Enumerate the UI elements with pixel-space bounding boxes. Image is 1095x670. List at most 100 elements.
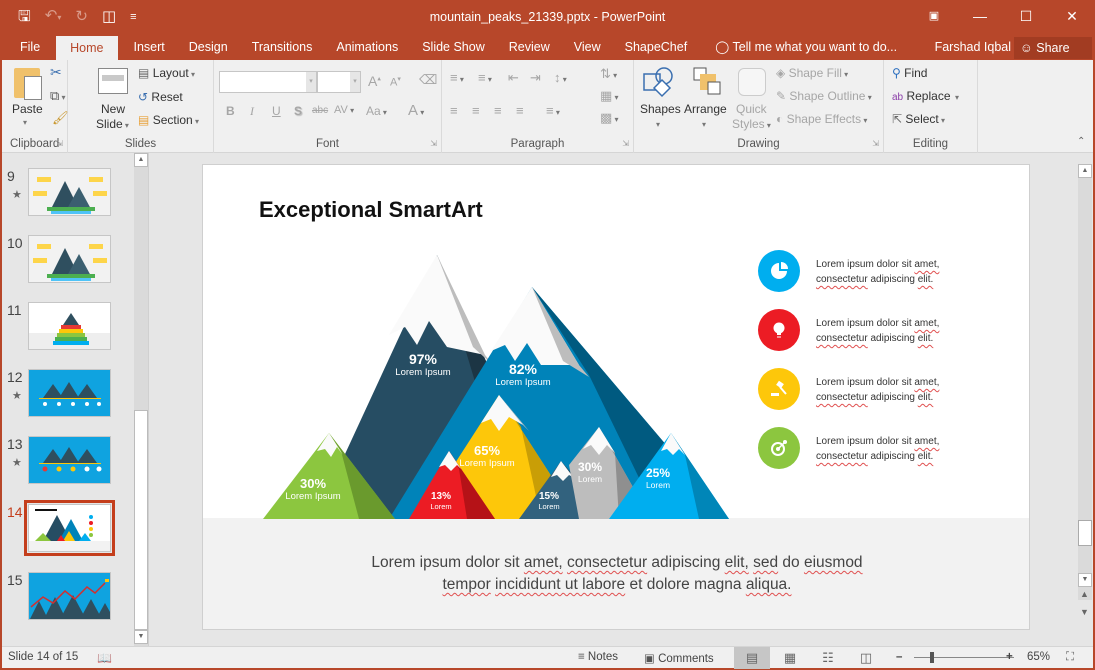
slide-thumbnail[interactable] — [28, 572, 111, 620]
tab-home[interactable]: Home — [56, 36, 118, 60]
spell-check-icon[interactable]: 📖 — [97, 651, 112, 665]
tab-insert[interactable]: Insert — [122, 34, 177, 60]
shapes-icon[interactable] — [642, 66, 674, 98]
zoom-slider-handle[interactable] — [930, 652, 934, 663]
clipboard-launcher-icon[interactable]: ⇲ — [56, 139, 63, 148]
legend-item[interactable]: Lorem ipsum dolor sit amet, consectetur a… — [758, 427, 1008, 469]
slide-title[interactable]: Exceptional SmartArt — [259, 197, 483, 223]
collapse-ribbon-icon[interactable]: ⌃ — [1077, 136, 1085, 147]
legend-item[interactable]: Lorem ipsum dolor sit amet, consectetur a… — [758, 250, 1008, 292]
slide-thumbnail[interactable] — [28, 436, 111, 484]
thumbnail-item[interactable]: 10 — [2, 235, 132, 291]
bullets-icon[interactable]: ≡ ▾ — [450, 70, 464, 85]
font-color-button[interactable]: A ▾ — [408, 102, 424, 119]
columns-icon[interactable]: ≡ ▾ — [546, 103, 560, 118]
paste-button[interactable]: Paste — [12, 102, 43, 116]
replace-button[interactable]: ab Replace ▾ — [892, 89, 959, 103]
zoom-out-button[interactable]: – — [896, 651, 902, 663]
align-center-icon[interactable]: ≡ — [472, 103, 480, 118]
slide-sorter-button[interactable]: ▦ — [772, 647, 808, 669]
comments-button[interactable]: ▣ Comments — [644, 651, 714, 665]
find-button[interactable]: ⚲ Find — [892, 66, 927, 80]
scroll-up-icon[interactable]: ▲ — [134, 153, 148, 167]
tab-design[interactable]: Design — [177, 34, 240, 60]
align-text-icon[interactable]: ▦ ▾ — [600, 88, 619, 104]
previous-slide-icon[interactable]: ▲ — [1080, 589, 1089, 599]
scroll-down-icon[interactable]: ▼ — [1078, 573, 1092, 587]
arrange-icon[interactable] — [690, 66, 722, 98]
smartart-convert-icon[interactable]: ▩ ▾ — [600, 110, 619, 126]
thumbnail-item[interactable]: 11 — [2, 302, 132, 358]
ribbon-display-options-icon[interactable]: ▣ — [911, 0, 957, 32]
thumbnail-item[interactable]: 13 ★ — [2, 436, 132, 492]
normal-view-button[interactable]: ▤ — [734, 647, 770, 669]
section-button[interactable]: ▤ Section ▾ — [138, 113, 199, 127]
strikethrough-button[interactable]: abc — [312, 105, 328, 116]
font-launcher-icon[interactable]: ⇲ — [430, 139, 437, 148]
user-name[interactable]: Farshad Iqbal — [935, 34, 1011, 60]
slide-canvas[interactable]: Exceptional SmartArt Lorem ipsum dolor s… — [202, 164, 1030, 630]
shape-effects-button[interactable]: ◐ Shape Effects ▾ — [776, 112, 867, 126]
decrease-indent-icon[interactable]: ⇤ — [508, 70, 519, 86]
line-spacing-icon[interactable]: ↕ ▾ — [554, 70, 567, 85]
next-slide-icon[interactable]: ▼ — [1080, 607, 1089, 617]
tab-file[interactable]: File — [0, 34, 52, 60]
shapes-dropdown[interactable]: ▾ — [656, 120, 660, 129]
tab-review[interactable]: Review — [497, 34, 562, 60]
arrange-button[interactable]: Arrange — [684, 102, 727, 116]
maximize-button[interactable]: ☐ — [1003, 0, 1049, 32]
shape-outline-button[interactable]: ✎ Shape Outline ▾ — [776, 89, 872, 103]
select-button[interactable]: ⇱ Select ▾ — [892, 112, 945, 126]
thumbnail-item-current[interactable]: 14 — [2, 500, 132, 560]
fit-to-window-icon[interactable]: ⛶ — [1066, 651, 1074, 664]
new-slide-button[interactable]: Slide ▾ — [96, 117, 129, 131]
slide-scrollbar[interactable]: ▲ ▼ ▲ ▼ — [1077, 153, 1093, 646]
legend-item[interactable]: Lorem ipsum dolor sit amet, consectetur a… — [758, 368, 1008, 410]
numbering-icon[interactable]: ≡ ▾ — [478, 70, 492, 85]
close-button[interactable]: ✕ — [1049, 0, 1095, 32]
slide-thumbnail[interactable] — [28, 168, 111, 216]
reset-button[interactable]: ↺ Reset — [138, 90, 183, 104]
align-right-icon[interactable]: ≡ — [494, 103, 502, 118]
tab-shapechef[interactable]: ShapeChef — [613, 34, 700, 60]
thumbnails-scroll-thumb[interactable] — [134, 410, 148, 630]
layout-button[interactable]: ▤ Layout ▾ — [138, 66, 195, 80]
thumbnail-item[interactable]: 12 ★ — [2, 369, 132, 425]
paste-icon[interactable] — [14, 68, 42, 100]
paragraph-launcher-icon[interactable]: ⇲ — [622, 139, 629, 148]
character-spacing-button[interactable]: AV ▾ — [334, 104, 354, 116]
slide-thumbnail[interactable] — [28, 302, 111, 350]
notes-button[interactable]: ≡ Notes — [578, 651, 618, 663]
slide-thumbnail-selected[interactable] — [24, 500, 115, 556]
format-painter-icon[interactable]: 🖌 — [52, 110, 69, 126]
decrease-font-size-icon[interactable]: A▾ — [390, 75, 401, 89]
justify-icon[interactable]: ≡ — [516, 103, 524, 118]
increase-font-size-icon[interactable]: A▴ — [368, 73, 381, 89]
underline-button[interactable]: U — [272, 104, 281, 118]
copy-icon[interactable]: ⧉ ▾ — [50, 88, 66, 104]
zoom-slider[interactable] — [914, 657, 1014, 658]
text-direction-icon[interactable]: ⇅ ▾ — [600, 66, 617, 82]
align-left-icon[interactable]: ≡ — [450, 103, 458, 118]
quick-styles-button[interactable]: Styles ▾ — [732, 117, 771, 131]
change-case-button[interactable]: Aa ▾ — [366, 104, 387, 118]
bold-button[interactable]: B — [226, 104, 235, 118]
slideshow-button[interactable]: ◫ — [848, 647, 884, 669]
clear-formatting-icon[interactable]: ⌫ — [419, 72, 437, 88]
italic-button[interactable]: I — [250, 104, 254, 119]
font-name-select[interactable]: ▾ — [219, 71, 317, 93]
scroll-up-icon[interactable]: ▲ — [1078, 164, 1092, 178]
thumbnails-scrollbar[interactable]: ▲ ▼ — [134, 153, 148, 646]
cut-icon[interactable]: ✂ — [50, 64, 62, 81]
slide-thumbnail[interactable] — [28, 235, 111, 283]
zoom-level[interactable]: 65% — [1027, 651, 1050, 663]
new-slide-icon[interactable] — [98, 68, 128, 94]
shadow-button[interactable]: S — [294, 104, 302, 118]
scroll-down-icon[interactable]: ▼ — [134, 630, 148, 644]
zoom-in-button[interactable]: + — [1006, 651, 1013, 663]
shape-fill-button[interactable]: ◈ Shape Fill ▾ — [776, 66, 848, 80]
arrange-dropdown[interactable]: ▾ — [702, 120, 706, 129]
reading-view-button[interactable]: ☷ — [810, 647, 846, 669]
minimize-button[interactable]: — — [957, 0, 1003, 32]
tell-me-search[interactable]: ◯ Tell me what you want to do... — [699, 34, 897, 60]
